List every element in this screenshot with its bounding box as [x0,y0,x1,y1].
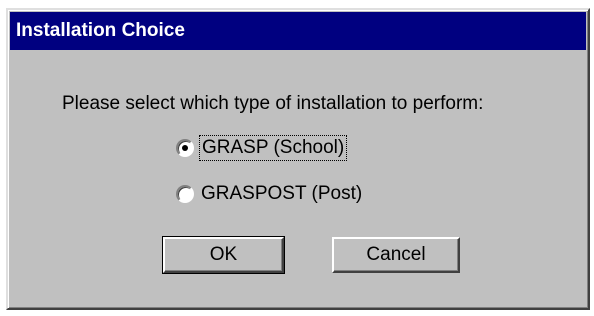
radio-button-unselected-icon[interactable] [176,185,194,203]
radio-option-label[interactable]: GRASPOST (Post) [201,183,362,205]
cancel-button[interactable]: Cancel [332,237,460,273]
radio-button-selected-icon[interactable] [176,139,194,157]
dialog-titlebar[interactable]: Installation Choice [10,12,586,50]
instruction-text: Please select which type of installation… [62,93,484,114]
ok-button[interactable]: OK [162,236,285,274]
installation-choice-dialog: Installation Choice Please select which … [6,8,590,310]
radio-option-label[interactable]: GRASP (School) [198,135,348,161]
radio-option-graspost-post[interactable]: GRASPOST (Post) [176,183,362,205]
radio-option-grasp-school[interactable]: GRASP (School) [176,135,348,161]
